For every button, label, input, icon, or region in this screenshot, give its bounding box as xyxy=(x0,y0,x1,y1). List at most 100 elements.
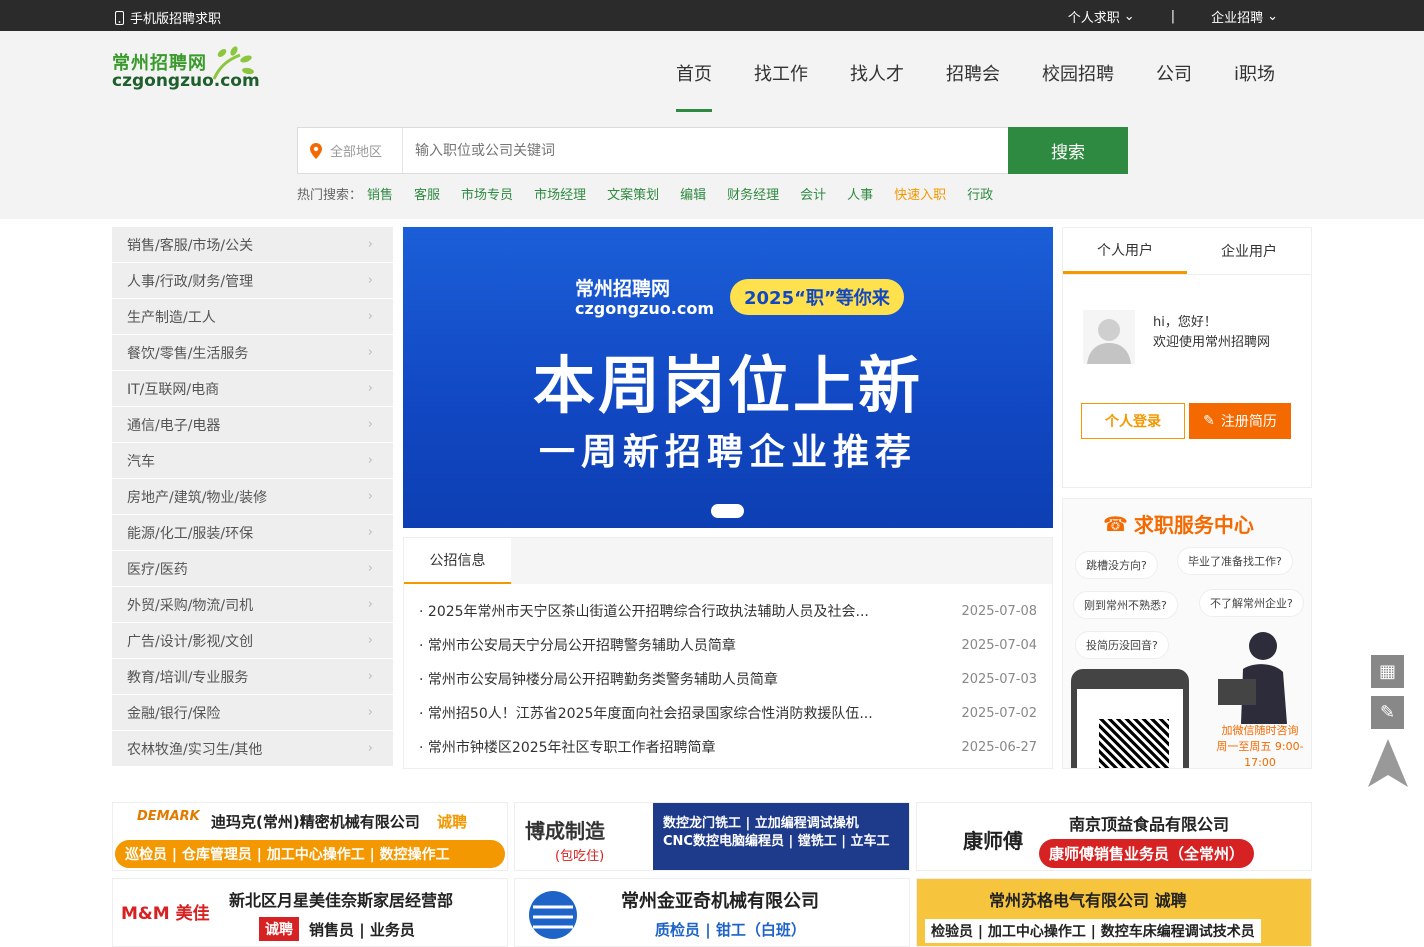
hot-item[interactable]: 快速入职 xyxy=(894,184,946,203)
category-label: 汽车 xyxy=(127,453,155,470)
hot-item[interactable]: 人事 xyxy=(847,184,873,203)
greeting-hi: hi，您好！ xyxy=(1153,315,1217,330)
carousel-indicator[interactable] xyxy=(711,504,744,518)
ad-demark[interactable]: DEMARK 迪玛克(常州)精密机械有限公司 诚聘 巡检员 | 仓库管理员 | … xyxy=(112,802,508,871)
nav-find-talent[interactable]: 找人才 xyxy=(850,31,904,112)
edit-icon[interactable]: ✎ xyxy=(1371,696,1404,729)
public-recruit-panel: 公招信息 · 2025年常州市天宁区茶山街道公开招聘综合行政执法辅助人员及社会.… xyxy=(403,537,1053,769)
hot-item[interactable]: 财务经理 xyxy=(727,184,779,203)
hero-banner[interactable]: 常州招聘网 czgongzuo.com 2025“职”等你来 本周岗位上新 一周新… xyxy=(403,227,1053,528)
notice-row[interactable]: · 常州市公安局天宁分局公开招聘警务辅助人员简章 2025-07-04 xyxy=(404,628,1052,662)
category-label: 教育/培训/专业服务 xyxy=(127,669,249,686)
phone-illustration xyxy=(1071,669,1189,768)
qr-icon[interactable]: ▦ xyxy=(1371,655,1404,688)
nav-home[interactable]: 首页 xyxy=(676,31,712,112)
notice-row[interactable]: · 常州招50人！江苏省2025年度面向社会招录国家综合性消防救援队伍... 20… xyxy=(404,696,1052,730)
category-label: 广告/设计/影视/文创 xyxy=(127,633,254,650)
ad-company-name: 迪玛克(常州)精密机械有限公司 xyxy=(211,813,420,831)
category-item[interactable]: 人事/行政/财务/管理 › xyxy=(112,263,393,299)
ad-company-name: 南京顶益食品有限公司 xyxy=(1069,815,1230,834)
category-item[interactable]: 金融/银行/保险 › xyxy=(112,695,393,731)
category-item[interactable]: 教育/培训/专业服务 › xyxy=(112,659,393,695)
category-item[interactable]: 广告/设计/影视/文创 › xyxy=(112,623,393,659)
category-item[interactable]: 能源/化工/服装/环保 › xyxy=(112,515,393,551)
ad-company-name: 常州苏格电气有限公司 诚聘 xyxy=(989,891,1187,910)
notice-row[interactable]: · 常州市公安局钟楼分局公开招聘勤务类警务辅助人员简章 2025-07-03 xyxy=(404,662,1052,696)
ad-bocheng[interactable]: 博成制造 (包吃住) 数控龙门铣工 | 立加编程调试操机 CNC数控电脑编程员 |… xyxy=(514,802,910,871)
category-item[interactable]: 餐饮/零售/生活服务 › xyxy=(112,335,393,371)
category-label: 农林牧渔/实习生/其他 xyxy=(127,741,263,758)
category-item[interactable]: 医疗/医药 › xyxy=(112,551,393,587)
hot-item[interactable]: 文案策划 xyxy=(607,184,659,203)
ad-jobs: 康师傅销售业务员（全常州） xyxy=(1039,839,1255,868)
hot-label: 热门搜索： xyxy=(297,188,363,203)
nav-company[interactable]: 公司 xyxy=(1156,31,1192,112)
service-title: ☎ 求职服务中心 xyxy=(1103,509,1254,538)
hot-item[interactable]: 会计 xyxy=(800,184,826,203)
nav-iworkplace[interactable]: i职场 xyxy=(1234,31,1275,112)
hot-item[interactable]: 市场专员 xyxy=(461,184,513,203)
category-item[interactable]: 销售/客服/市场/公关 › xyxy=(112,227,393,263)
ad-jobs: 数控龙门铣工 | 立加编程调试操机 CNC数控电脑编程员 | 镗铣工 | 立车工 xyxy=(653,803,909,870)
category-item[interactable]: 汽车 › xyxy=(112,443,393,479)
ad-tag: 诚聘 xyxy=(259,917,299,941)
chevron-right-icon: › xyxy=(367,309,373,324)
ad-kangshifu[interactable]: 康师傅 南京顶益食品有限公司 康师傅销售业务员（全常州） xyxy=(916,802,1312,871)
banner-brand-domain: czgongzuo.com xyxy=(575,299,715,318)
qr-code[interactable] xyxy=(1099,719,1169,768)
category-item[interactable]: 生产制造/工人 › xyxy=(112,299,393,335)
ad-jobs: 质检员 | 钳工（白班） xyxy=(655,921,806,939)
category-label: 医疗/医药 xyxy=(127,561,188,578)
category-label: 房地产/建筑/物业/装修 xyxy=(127,489,268,506)
personal-jobseek-dropdown[interactable]: 个人求职 ⌄ xyxy=(1068,7,1135,26)
mobile-link[interactable]: 手机版招聘求职 xyxy=(115,8,221,27)
notice-date: 2025-06-27 xyxy=(961,739,1037,755)
category-item[interactable]: IT/互联网/电商 › xyxy=(112,371,393,407)
nav-find-job[interactable]: 找工作 xyxy=(754,31,808,112)
chevron-right-icon: › xyxy=(367,561,373,576)
hot-item[interactable]: 行政 xyxy=(967,184,993,203)
category-item[interactable]: 农林牧渔/实习生/其他 › xyxy=(112,731,393,767)
nav-job-fair[interactable]: 招聘会 xyxy=(946,31,1000,112)
ad-jobs: 巡检员 | 仓库管理员 | 加工中心操作工 | 数控操作工 xyxy=(115,840,505,868)
search-input[interactable] xyxy=(403,128,1008,173)
ad-suge[interactable]: 常州苏格电气有限公司 诚聘 检验员 | 加工中心操作工 | 数控车床编程调试技术… xyxy=(916,878,1312,947)
category-list: 销售/客服/市场/公关 › 人事/行政/财务/管理 › 生产制造/工人 › 餐饮/零售… xyxy=(112,227,393,767)
hot-item[interactable]: 客服 xyxy=(414,184,440,203)
personal-login-button[interactable]: 个人登录 xyxy=(1081,403,1185,439)
chevron-right-icon: › xyxy=(367,525,373,540)
ad-sub: (包吃住) xyxy=(555,849,605,864)
hot-item[interactable]: 编辑 xyxy=(680,184,706,203)
hot-item[interactable]: 市场经理 xyxy=(534,184,586,203)
ad-jinyaqi[interactable]: 常州金亚奇机械有限公司 质检员 | 钳工（白班） xyxy=(514,878,910,947)
area-selector[interactable]: 全部地区 xyxy=(298,128,403,173)
banner-headline: 本周岗位上新 xyxy=(532,349,923,422)
category-label: IT/互联网/电商 xyxy=(127,381,220,398)
notice-row[interactable]: · 常州市钟楼区2025年社区专职工作者招聘简章 2025-06-27 xyxy=(404,730,1052,764)
ad-meijia[interactable]: M&M 美佳 新北区月星美佳奈斯家居经营部 诚聘 销售员 | 业务员 xyxy=(112,878,508,947)
tab-public-recruit[interactable]: 公招信息 xyxy=(404,538,511,584)
notice-date: 2025-07-08 xyxy=(961,603,1037,619)
greeting: hi，您好！ 欢迎使用常州招聘网 xyxy=(1153,313,1270,353)
category-item[interactable]: 外贸/采购/物流/司机 › xyxy=(112,587,393,623)
tab-personal-user[interactable]: 个人用户 xyxy=(1063,228,1187,274)
category-item[interactable]: 房地产/建筑/物业/装修 › xyxy=(112,479,393,515)
ad-jobs-line: CNC数控电脑编程员 | 镗铣工 | 立车工 xyxy=(663,834,890,849)
chevron-right-icon: › xyxy=(367,705,373,720)
category-item[interactable]: 通信/电子/电器 › xyxy=(112,407,393,443)
back-to-top-icon[interactable] xyxy=(1366,737,1410,789)
ad-logo: DEMARK xyxy=(137,809,200,824)
hot-item[interactable]: 销售 xyxy=(367,184,393,203)
search-button[interactable]: 搜索 xyxy=(1008,127,1128,174)
headset-icon: ☎ xyxy=(1103,511,1128,536)
nav-campus[interactable]: 校园招聘 xyxy=(1042,31,1114,112)
ad-logo: 康师傅 xyxy=(963,829,1023,853)
enterprise-recruit-dropdown[interactable]: 企业招聘 ⌄ xyxy=(1211,7,1278,26)
service-bubble: 不了解常州企业? xyxy=(1199,589,1304,617)
tab-enterprise-user[interactable]: 企业用户 xyxy=(1187,228,1311,274)
notice-row[interactable]: · 2025年常州市天宁区茶山街道公开招聘综合行政执法辅助人员及社会... 202… xyxy=(404,594,1052,628)
notice-title: · 2025年常州市天宁区茶山街道公开招聘综合行政执法辅助人员及社会... xyxy=(419,604,869,620)
ad-jobs: 销售员 | 业务员 xyxy=(309,921,415,939)
site-logo[interactable]: 常州招聘网 czgongzuo.com xyxy=(112,46,262,97)
register-resume-button[interactable]: ✎ 注册简历 xyxy=(1189,403,1291,439)
